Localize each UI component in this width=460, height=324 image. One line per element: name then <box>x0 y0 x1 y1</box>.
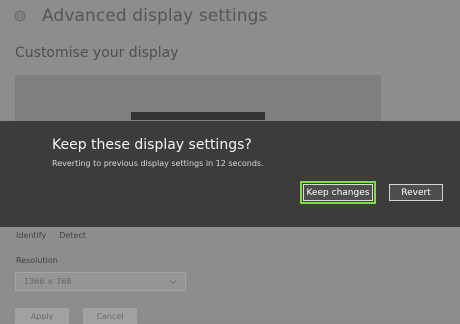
chevron-down-icon <box>169 278 177 286</box>
monitor-preview <box>131 112 265 120</box>
display-links: Identify Detect <box>16 231 86 241</box>
dialog-message: Reverting to previous display settings i… <box>52 159 264 168</box>
identify-link[interactable]: Identify <box>16 231 46 241</box>
resolution-value: 1366 × 768 <box>24 277 72 286</box>
revert-button[interactable]: Revert <box>389 184 443 201</box>
page-title: Advanced display settings <box>42 6 268 26</box>
gear-icon <box>12 8 28 24</box>
apply-button[interactable]: Apply <box>15 308 69 324</box>
keep-changes-button[interactable]: Keep changes <box>300 181 376 204</box>
resolution-dropdown[interactable]: 1366 × 768 <box>15 272 186 291</box>
dialog-title: Keep these display settings? <box>52 137 252 153</box>
title-row: Advanced display settings <box>12 6 267 26</box>
keep-settings-dialog: Keep these display settings? Reverting t… <box>0 121 460 227</box>
section-heading: Customise your display <box>15 45 179 61</box>
cancel-button[interactable]: Cancel <box>83 308 137 324</box>
detect-link[interactable]: Detect <box>59 231 86 241</box>
resolution-label: Resolution <box>16 256 58 265</box>
settings-page: Advanced display settings Customise your… <box>0 0 460 324</box>
